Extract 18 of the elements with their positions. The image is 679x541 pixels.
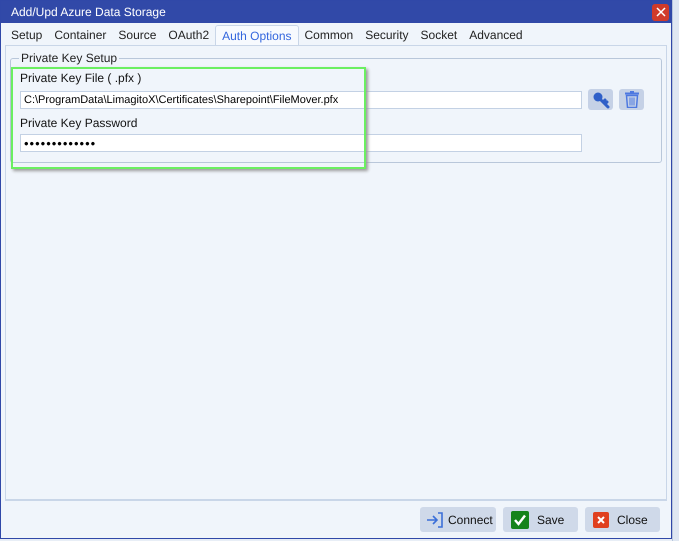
tab[interactable]: Security <box>359 25 415 45</box>
tab[interactable]: Socket <box>414 25 464 45</box>
close-dialog-button[interactable]: Close <box>585 507 660 532</box>
window-title: Add/Upd Azure Data Storage <box>11 5 166 19</box>
tab[interactable]: OAuth2 <box>162 25 216 45</box>
field-label: Private Key Password <box>20 116 138 130</box>
connect-button[interactable]: Connect <box>420 507 496 532</box>
file-path-field[interactable]: C:\ProgramData\LimagitoX\Certificates\Sharepoint\FileMover.pfx <box>20 90 582 108</box>
group-title: Private Key Setup <box>19 51 120 65</box>
password-field[interactable]: ••••••••••••• <box>20 134 582 152</box>
save-button[interactable]: Save <box>503 507 578 532</box>
field-label: Private Key File ( .pfx ) <box>20 71 142 85</box>
tab[interactable]: Setup <box>5 25 48 45</box>
tab[interactable]: Container <box>48 25 112 45</box>
tab[interactable]: Common <box>298 25 360 45</box>
tab[interactable]: Advanced <box>463 25 529 45</box>
tab[interactable]: Source <box>112 25 162 45</box>
tab[interactable]: Auth Options <box>215 25 298 45</box>
